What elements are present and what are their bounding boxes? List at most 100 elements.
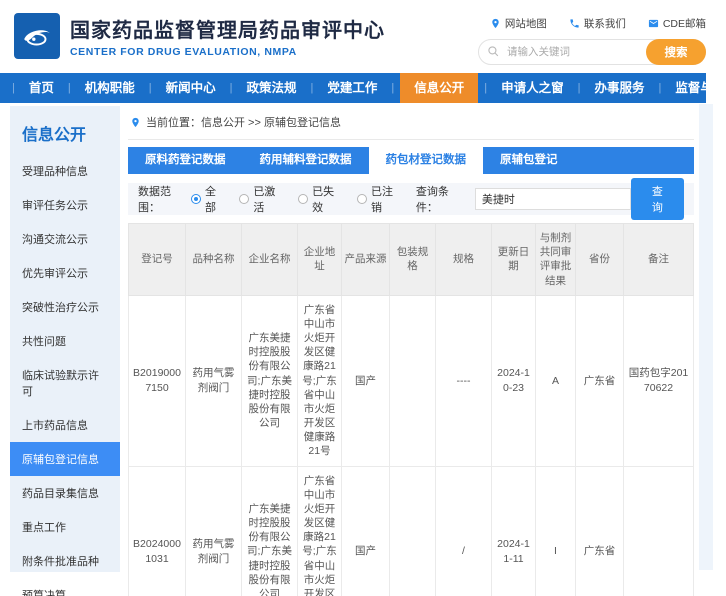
main-nav: 首页 机构职能 新闻中心 政策法规 党建工作 信息公开 申请人之窗 xyxy=(0,73,706,103)
sidebar-item[interactable]: 优先审评公示 xyxy=(10,256,120,290)
range-label: 数据范围： xyxy=(138,183,191,215)
cell-update-date: 2024-11-11 xyxy=(492,466,536,596)
site-subtitle: CENTER FOR DRUG EVALUATION, NMPA xyxy=(70,46,385,58)
nav-item: 信息公开 xyxy=(385,73,478,103)
cell-spec: / xyxy=(436,466,492,596)
site-title: 国家药品监督管理局药品审评中心 xyxy=(70,14,385,43)
column-header: 更新日期 xyxy=(492,224,536,296)
table-header-row: 登记号 品种名称 企业名称 企业地址 产品来源 包装规格 规格 xyxy=(129,224,694,296)
radio-dot-icon xyxy=(191,194,201,204)
cell-address: 广东省中山市火炬开发区健康路21号;广东省中山市火炬开发区健康路21号 xyxy=(298,295,342,466)
sidebar-item[interactable]: 临床试验默示许可 xyxy=(10,358,120,408)
table-head: 登记号 品种名称 企业名称 企业地址 产品来源 包装规格 规格 xyxy=(129,224,694,296)
nav-item-label[interactable]: 首页 xyxy=(21,73,62,103)
search-button[interactable]: 搜索 xyxy=(646,39,706,65)
mailbox-link[interactable]: CDE邮箱 xyxy=(648,16,706,31)
radio-label: 全部 xyxy=(205,183,225,215)
tab[interactable]: 药包材登记数据 xyxy=(369,147,484,174)
sitemap-label: 网站地图 xyxy=(505,16,547,31)
nav-item-label[interactable]: 办事服务 xyxy=(586,73,652,103)
radio-label: 已注销 xyxy=(371,183,402,215)
range-radio[interactable]: 全部 xyxy=(191,183,225,215)
nav-item: 首页 xyxy=(6,73,62,103)
nav-item: 机构职能 xyxy=(62,73,143,103)
location-pin-icon xyxy=(130,117,141,128)
data-tabs: 原料药登记数据 药用辅料登记数据 药包材登记数据 原辅包登记 xyxy=(128,147,694,174)
query-button[interactable]: 查询 xyxy=(631,178,684,220)
header-searchbar: 搜索 xyxy=(478,39,706,65)
range-radio[interactable]: 已激活 xyxy=(239,183,284,215)
sidebar-item[interactable]: 附条件批准品种 xyxy=(10,544,120,578)
column-header: 产品来源 xyxy=(342,224,390,296)
sidebar-item[interactable]: 重点工作 xyxy=(10,510,120,544)
brand: 国家药品监督管理局药品审评中心 CENTER FOR DRUG EVALUATI… xyxy=(14,13,385,59)
mailbox-label: CDE邮箱 xyxy=(663,16,706,31)
radio-dot-icon xyxy=(239,194,249,204)
cell-reg-no: B20240001031 xyxy=(129,466,186,596)
tab[interactable]: 原辅包登记 xyxy=(483,147,575,174)
nav-item-label[interactable]: 党建工作 xyxy=(319,73,385,103)
cell-source: 国产 xyxy=(342,466,390,596)
sidebar-title: 信息公开 xyxy=(10,106,120,154)
nav-item: 政策法规 xyxy=(224,73,305,103)
breadcrumb: 当前位置：信息公开 >> 原辅包登记信息 xyxy=(128,106,694,140)
nav-item-label[interactable]: 机构职能 xyxy=(77,73,143,103)
sidebar-item[interactable]: 原辅包登记信息 xyxy=(10,442,120,476)
nav-item-label[interactable]: 申请人之窗 xyxy=(493,73,572,103)
cde-logo-icon xyxy=(14,13,60,59)
registration-table: 登记号 品种名称 企业名称 企业地址 产品来源 包装规格 规格 xyxy=(128,223,694,596)
cell-update-date: 2024-10-23 xyxy=(492,295,536,466)
column-header: 规格 xyxy=(436,224,492,296)
cell-joint-review: A xyxy=(536,295,576,466)
sidebar-item[interactable]: 沟通交流公示 xyxy=(10,222,120,256)
column-header: 登记号 xyxy=(129,224,186,296)
sidebar: 信息公开 受理品种信息 审评任务公示 沟通交流公示 优先审评公示 突破性治疗公示… xyxy=(10,106,120,572)
sidebar-item[interactable]: 突破性治疗公示 xyxy=(10,290,120,324)
nav-item: 办事服务 xyxy=(572,73,653,103)
table-row[interactable]: B20190007150 药用气雾剂阀门 广东美捷时控股股份有限公司;广东美捷时… xyxy=(129,295,694,466)
sidebar-item[interactable]: 共性问题 xyxy=(10,324,120,358)
nav-item-label[interactable]: 信息公开 xyxy=(400,73,478,103)
nav-item: 党建工作 xyxy=(305,73,386,103)
cell-province: 广东省 xyxy=(576,466,624,596)
sidebar-item[interactable]: 上市药品信息 xyxy=(10,408,120,442)
column-header: 企业地址 xyxy=(298,224,342,296)
column-header: 企业名称 xyxy=(242,224,298,296)
radio-label: 已激活 xyxy=(253,183,284,215)
location-pin-icon xyxy=(490,18,501,29)
breadcrumb-text: 当前位置：信息公开 >> 原辅包登记信息 xyxy=(146,114,341,130)
query-input[interactable] xyxy=(475,188,631,210)
tab[interactable]: 药用辅料登记数据 xyxy=(243,147,369,174)
range-radio[interactable]: 已失效 xyxy=(298,183,343,215)
header-right: 网站地图 联系我们 CDE邮箱 搜索 xyxy=(478,13,706,65)
column-header: 品种名称 xyxy=(186,224,242,296)
cell-province: 广东省 xyxy=(576,295,624,466)
scrollbar-track[interactable] xyxy=(699,104,713,570)
sidebar-item[interactable]: 受理品种信息 xyxy=(10,154,120,188)
nav-item: 申请人之窗 xyxy=(478,73,571,103)
cell-package-spec xyxy=(390,466,436,596)
cell-variety: 药用气雾剂阀门 xyxy=(186,295,242,466)
cell-company: 广东美捷时控股股份有限公司;广东美捷时控股股份有限公司 xyxy=(242,466,298,596)
tab[interactable]: 原料药登记数据 xyxy=(128,147,243,174)
sidebar-item[interactable]: 预算决算 xyxy=(10,578,120,596)
sitemap-link[interactable]: 网站地图 xyxy=(490,16,547,31)
radio-dot-icon xyxy=(357,194,367,204)
nav-item-label[interactable]: 政策法规 xyxy=(238,73,304,103)
cell-source: 国产 xyxy=(342,295,390,466)
sidebar-item[interactable]: 药品目录集信息 xyxy=(10,476,120,510)
cell-remark: 国药包字20170622 xyxy=(624,295,694,466)
nav-item-label[interactable]: 监督与反馈 xyxy=(667,73,726,103)
sidebar-item[interactable]: 审评任务公示 xyxy=(10,188,120,222)
page: 国家药品监督管理局药品审评中心 CENTER FOR DRUG EVALUATI… xyxy=(0,0,726,596)
column-header: 备注 xyxy=(624,224,694,296)
range-radio[interactable]: 已注销 xyxy=(357,183,402,215)
table-body: B20190007150 药用气雾剂阀门 广东美捷时控股股份有限公司;广东美捷时… xyxy=(129,295,694,596)
nav-item-label[interactable]: 新闻中心 xyxy=(158,73,224,103)
cell-address: 广东省中山市火炬开发区健康路21号;广东省中山市火炬开发区健康路21号 xyxy=(298,466,342,596)
search-icon xyxy=(487,45,500,58)
contact-link[interactable]: 联系我们 xyxy=(569,16,626,31)
table-row[interactable]: B20240001031 药用气雾剂阀门 广东美捷时控股股份有限公司;广东美捷时… xyxy=(129,466,694,596)
main-panel: 当前位置：信息公开 >> 原辅包登记信息 原料药登记数据 药用辅料登记数据 药包… xyxy=(128,106,694,596)
cell-package-spec xyxy=(390,295,436,466)
